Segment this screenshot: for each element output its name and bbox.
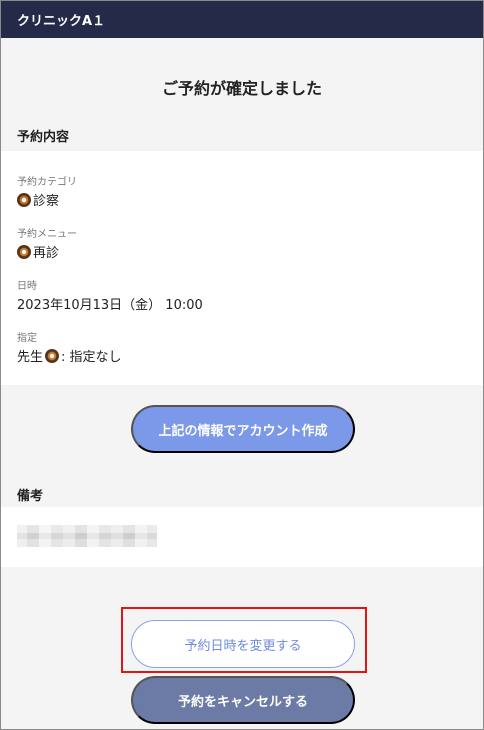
doctor-prefix: 先生	[17, 350, 44, 365]
cancel-reservation-button[interactable]: 予約をキャンセルする	[131, 676, 355, 724]
menu-value-row: 再診	[17, 242, 59, 261]
reservation-details-card: 予約カテゴリ 診察 予約メニュー 再診 日時 2023年10月13日（金） 10…	[1, 151, 483, 385]
category-value-row: 診察	[17, 190, 59, 209]
doctor-value-row: 先生 : 指定なし	[17, 346, 122, 365]
datetime-label: 日時	[17, 281, 37, 292]
category-value: 診察	[33, 194, 60, 209]
change-datetime-button[interactable]: 予約日時を変更する	[131, 620, 355, 668]
datetime-value: 2023年10月13日（金） 10:00	[17, 298, 203, 313]
menu-label: 予約メニュー	[17, 229, 77, 240]
donut-icon	[17, 244, 31, 259]
doctor-value: : 指定なし	[61, 350, 122, 365]
clinic-name: クリニックA１	[17, 14, 106, 29]
confirmation-title: ご予約が確定しました	[161, 79, 322, 98]
menu-value: 再診	[33, 246, 60, 261]
category-label: 予約カテゴリ	[17, 177, 77, 188]
donut-icon	[45, 348, 60, 363]
app-frame: クリニックA１ ご予約が確定しました 予約内容 予約カテゴリ 診察 予約メニュー…	[0, 0, 484, 730]
donut-icon	[17, 192, 31, 207]
app-header: クリニックA１	[1, 1, 483, 38]
doctor-label: 指定	[17, 333, 37, 344]
notes-section-label: 備考	[17, 489, 44, 504]
reservation-section-label: 予約内容	[17, 130, 70, 145]
redacted-note	[17, 525, 157, 547]
create-account-button[interactable]: 上記の情報でアカウント作成	[131, 405, 355, 453]
